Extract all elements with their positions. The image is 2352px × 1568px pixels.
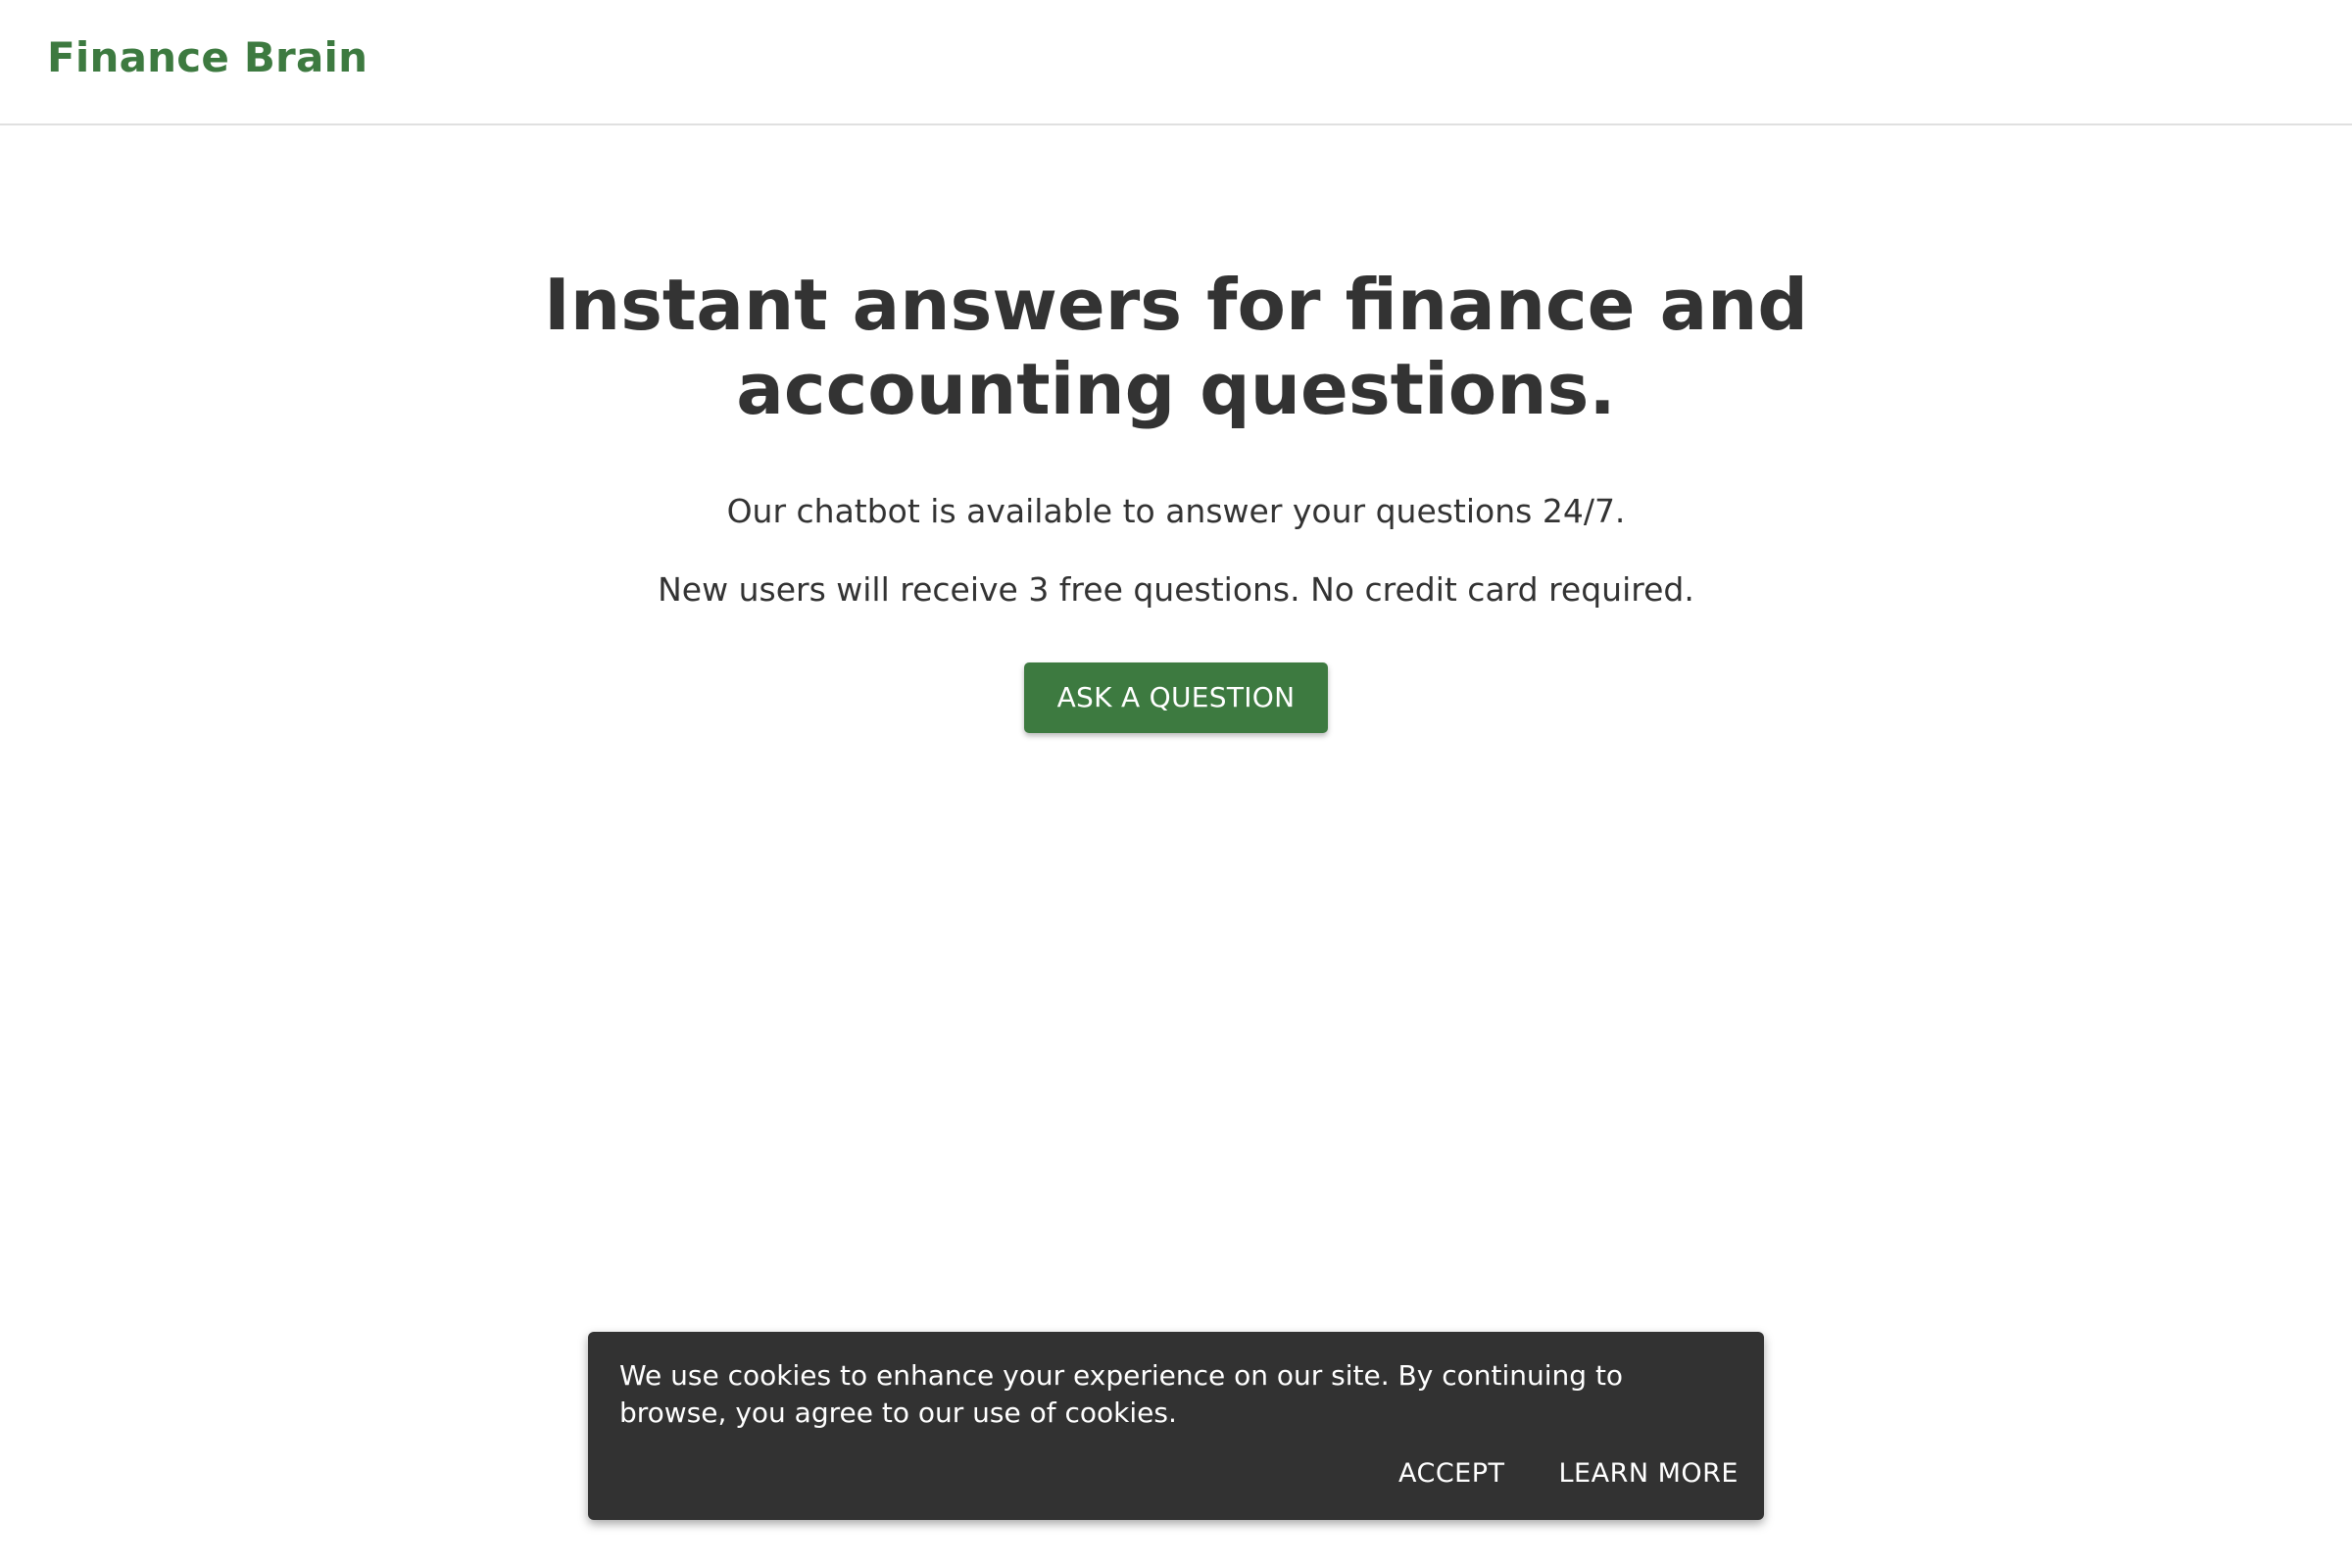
cookie-message: We use cookies to enhance your experienc…: [619, 1359, 1624, 1429]
cookie-actions: ACCEPT LEARN MORE: [1345, 1454, 1739, 1493]
hero-availability-text: Our chatbot is available to answer your …: [726, 492, 1626, 530]
top-bar: Finance Brain: [0, 0, 2352, 125]
learn-more-button[interactable]: LEARN MORE: [1559, 1454, 1739, 1493]
ask-question-button[interactable]: ASK A QUESTION: [1023, 662, 1329, 733]
hero-section: Instant answers for finance and accounti…: [0, 263, 2352, 733]
accept-cookies-button[interactable]: ACCEPT: [1398, 1454, 1505, 1493]
hero-title: Instant answers for finance and accounti…: [544, 264, 1808, 430]
page: Finance Brain Instant answers for financ…: [0, 0, 2352, 1568]
brand-logo-link[interactable]: Finance Brain: [47, 33, 368, 81]
hero-free-questions-text: New users will receive 3 free questions.…: [658, 570, 1694, 609]
cookie-banner: We use cookies to enhance your experienc…: [588, 1332, 1764, 1520]
